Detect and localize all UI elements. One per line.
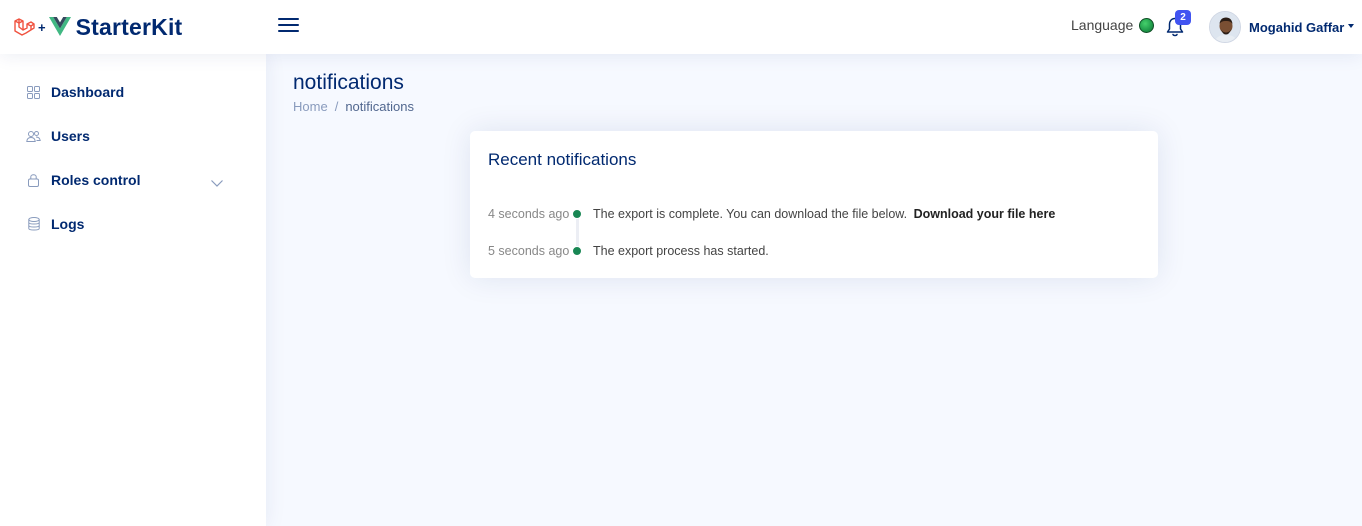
language-label: Language xyxy=(1071,17,1134,33)
caret-down-icon xyxy=(1348,24,1355,28)
breadcrumb: Home / notifications xyxy=(293,99,414,114)
sidebar: Dashboard Users Roles control Logs xyxy=(0,54,266,526)
sidebar-item-label: Logs xyxy=(51,216,85,232)
page-title: notifications xyxy=(293,71,404,94)
sidebar-item-label: Users xyxy=(51,128,90,144)
activity-item: 5 seconds ago The export process has sta… xyxy=(470,243,1150,259)
sidebar-item-users[interactable]: Users xyxy=(26,125,236,147)
laravel-logo-icon xyxy=(13,16,35,38)
avatar xyxy=(1209,11,1241,43)
brand-plus: + xyxy=(38,19,46,35)
sidebar-item-dashboard[interactable]: Dashboard xyxy=(26,81,236,103)
sidebar-item-logs[interactable]: Logs xyxy=(26,213,236,235)
profile-name: Mogahid Gaffar xyxy=(1249,19,1345,35)
vue-logo-icon xyxy=(48,17,71,37)
brand-logo[interactable]: + StarterKit xyxy=(13,13,182,41)
top-header: + StarterKit Language 2 Mogahid Gaffar xyxy=(0,0,1362,54)
sidebar-item-label: Dashboard xyxy=(51,84,125,100)
notification-count-badge: 2 xyxy=(1175,10,1191,25)
activity-text: The export is complete. You can download… xyxy=(593,207,1055,221)
activity-message: The export is complete. You can download… xyxy=(593,207,908,221)
brand-name: StarterKit xyxy=(75,13,183,40)
globe-icon xyxy=(1139,17,1155,33)
card-title: Recent notifications xyxy=(488,150,637,169)
menu-line xyxy=(278,24,299,26)
database-icon xyxy=(26,217,41,232)
breadcrumb-current: notifications xyxy=(345,99,414,114)
activity-item: 4 seconds ago The export is complete. Yo… xyxy=(470,206,1150,222)
activity-text: The export process has started. xyxy=(593,244,769,258)
people-icon xyxy=(26,129,41,144)
language-selector[interactable]: Language xyxy=(1071,17,1155,33)
menu-line xyxy=(278,18,299,20)
breadcrumb-home-link[interactable]: Home xyxy=(293,99,328,114)
download-file-link[interactable]: Download your file here xyxy=(914,207,1056,221)
grid-icon xyxy=(26,85,41,100)
activity-dot-icon xyxy=(572,209,582,219)
activity-time: 4 seconds ago xyxy=(488,207,570,221)
menu-line xyxy=(278,30,299,32)
sidebar-item-label: Roles control xyxy=(51,172,141,188)
profile-dropdown[interactable]: Mogahid Gaffar xyxy=(1209,11,1355,43)
activity-message: The export process has started. xyxy=(593,244,769,258)
lock-icon xyxy=(26,173,41,188)
recent-notifications-card: Recent notifications 4 seconds ago The e… xyxy=(470,131,1158,278)
activity-time: 5 seconds ago xyxy=(488,244,570,258)
sidebar-item-roles-control[interactable]: Roles control xyxy=(26,169,236,191)
breadcrumb-separator: / xyxy=(334,99,339,114)
activity-dot-icon xyxy=(572,246,582,256)
sidebar-toggle-button[interactable] xyxy=(278,15,300,37)
chevron-down-icon[interactable] xyxy=(210,175,224,187)
